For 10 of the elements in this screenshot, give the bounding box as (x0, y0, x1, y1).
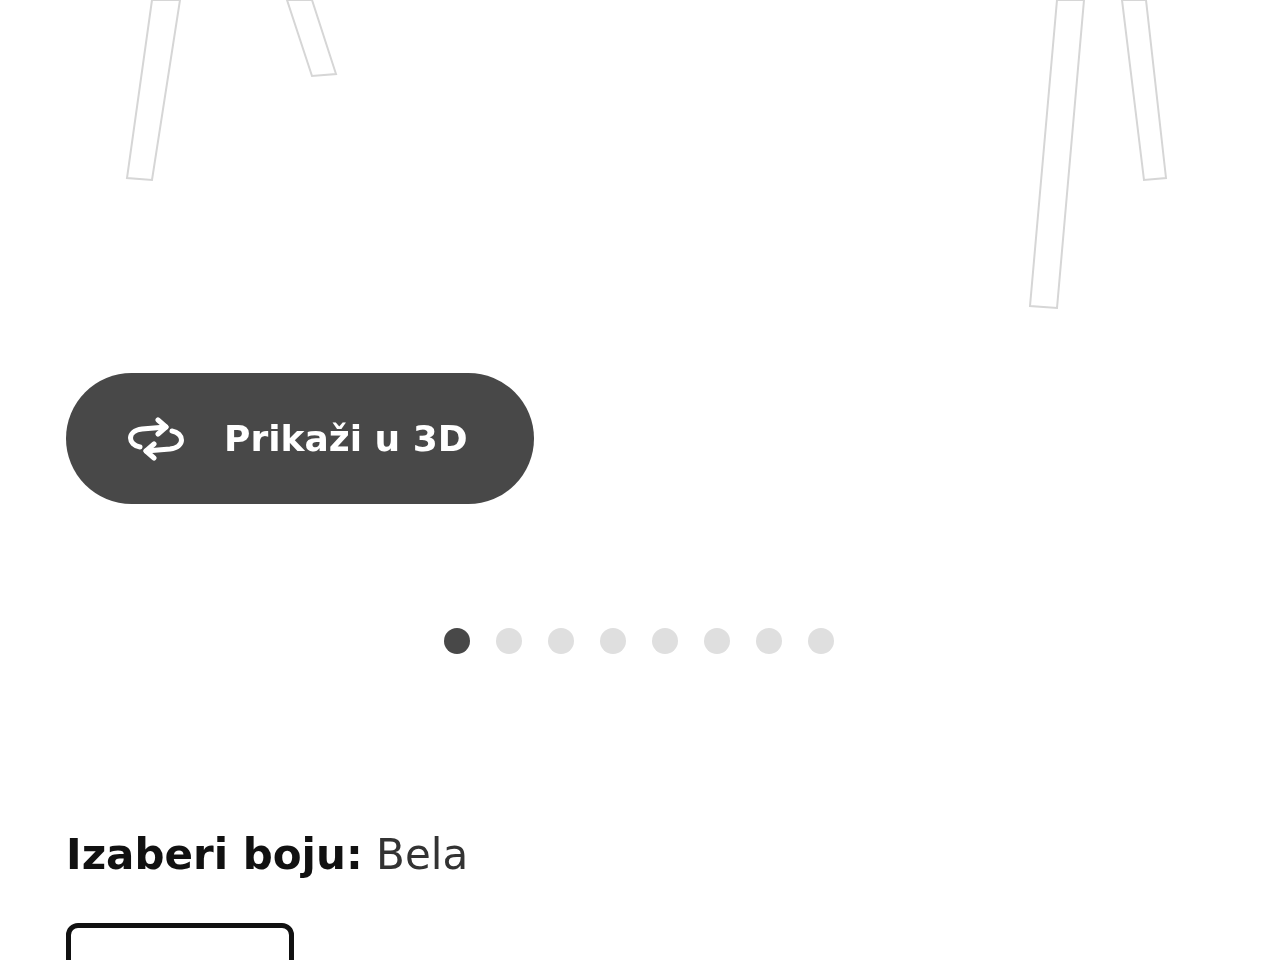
color-choice-label: Izaberi boju: Bela (66, 830, 469, 879)
carousel-dot[interactable] (755, 628, 782, 654)
carousel-dot[interactable] (495, 628, 522, 654)
carousel-dot[interactable] (807, 628, 834, 654)
carousel-dot[interactable] (443, 628, 470, 654)
carousel-dot[interactable] (651, 628, 678, 654)
carousel-dot[interactable] (547, 628, 574, 654)
view-in-3d-button[interactable]: Prikaži u 3D (66, 373, 534, 504)
carousel-dot[interactable] (599, 628, 626, 654)
carousel-dot[interactable] (703, 628, 730, 654)
